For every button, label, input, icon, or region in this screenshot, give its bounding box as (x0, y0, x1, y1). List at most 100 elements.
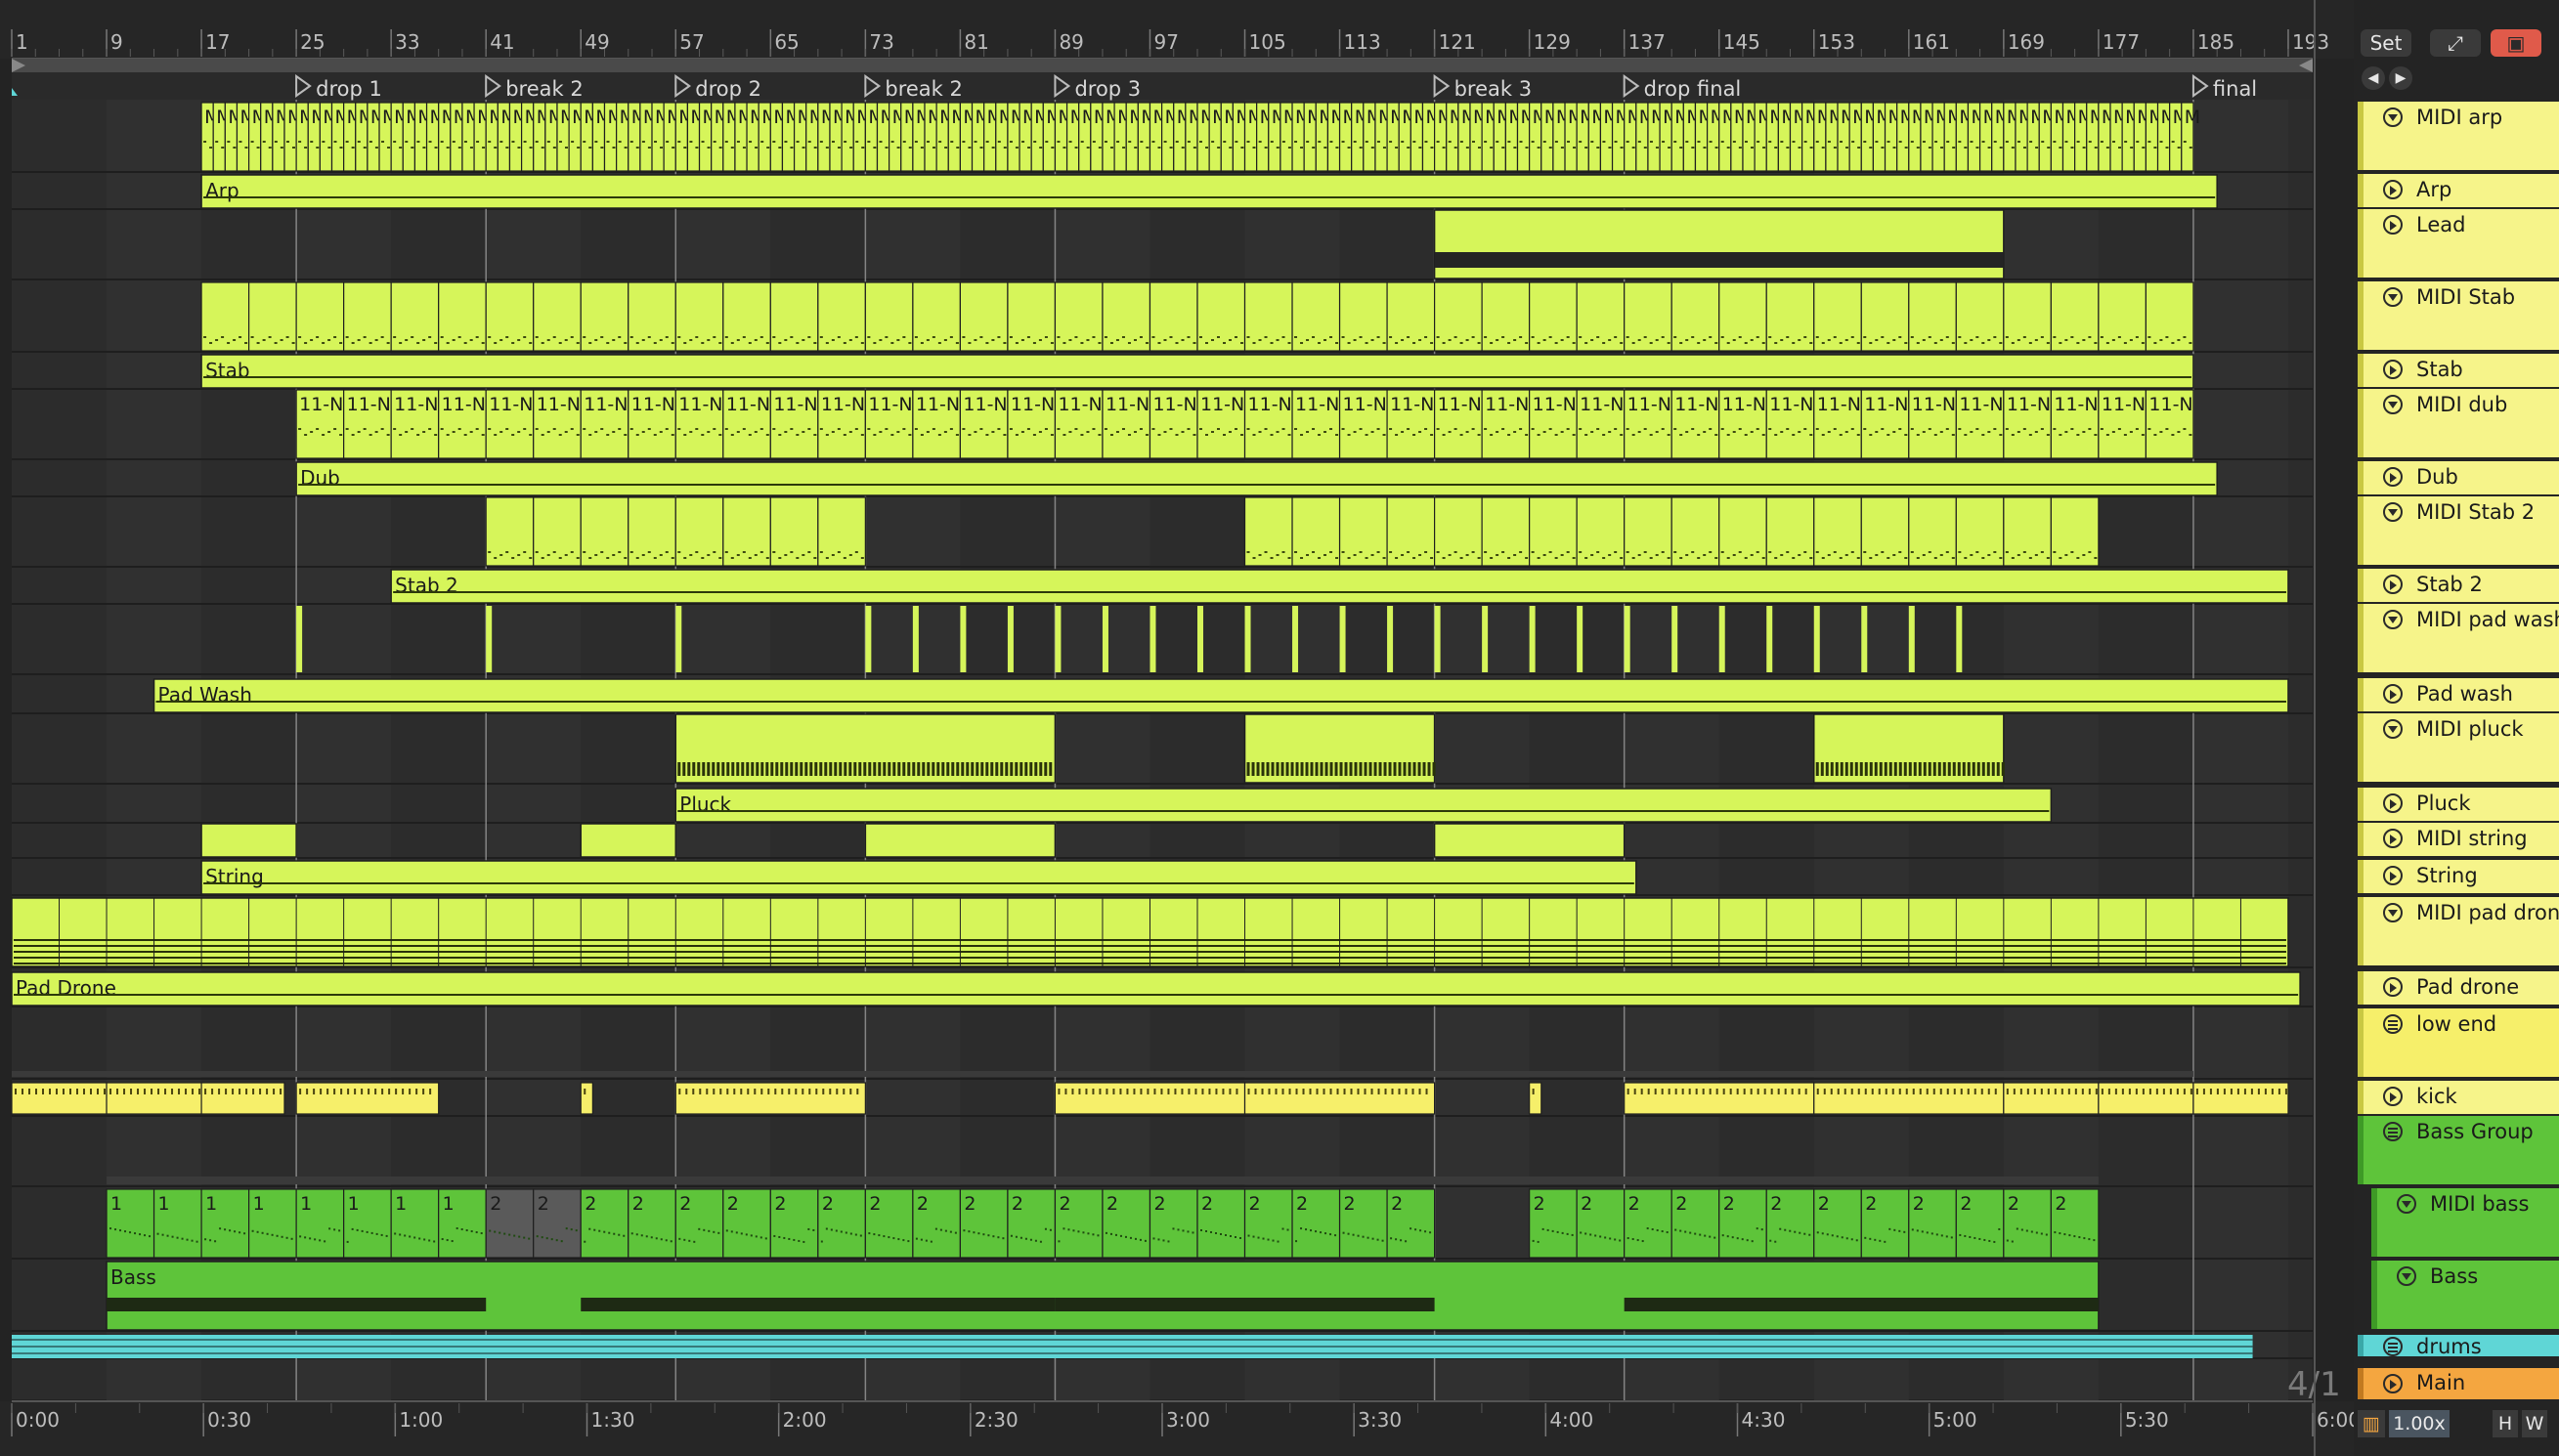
midi-string-clip[interactable] (1433, 823, 1626, 858)
pad-wash-hit[interactable] (912, 606, 919, 672)
midi-clip[interactable] (580, 281, 629, 352)
nav-forward-icon[interactable]: ▶ (2389, 66, 2412, 90)
w-button[interactable]: W (2522, 1410, 2547, 1437)
track-header-main[interactable]: Main (2358, 1368, 2559, 1399)
midi-bass-clip[interactable]: 2 (2003, 1188, 2052, 1259)
midi-clip[interactable] (1576, 496, 1626, 567)
midi-bass-clip[interactable]: 2 (2050, 1188, 2100, 1259)
midi-clip[interactable] (1813, 496, 1862, 567)
midi-bass-clip[interactable]: 2 (1338, 1188, 1388, 1259)
midi-clip[interactable] (1243, 496, 1293, 567)
kick-clip[interactable] (106, 1082, 202, 1115)
midi-clip[interactable] (1670, 496, 1720, 567)
midi-bass-clip[interactable]: 2 (817, 1188, 866, 1259)
track-header-stab[interactable]: Stab (2358, 354, 2559, 387)
midi-clip[interactable] (1813, 281, 1862, 352)
midi-clip[interactable] (485, 281, 535, 352)
midi-clip[interactable] (2098, 281, 2147, 352)
midi-bass-clip[interactable]: 2 (628, 1188, 676, 1259)
midi-clip[interactable] (1007, 281, 1057, 352)
midi-clip[interactable] (1149, 281, 1198, 352)
midi-pluck-clip[interactable] (1813, 713, 2005, 784)
midi-string-clip-body[interactable] (864, 823, 1057, 858)
kick-clip-body[interactable] (295, 1082, 440, 1115)
pad-wash-hit[interactable] (1813, 606, 1820, 672)
midi-clip[interactable] (1955, 496, 2005, 567)
dub-audio-clip-body[interactable] (295, 461, 2218, 496)
midi-bass-clip[interactable]: 1 (390, 1188, 440, 1259)
midi-bass-clip[interactable]: 2 (1386, 1188, 1436, 1259)
midi-clip[interactable] (769, 496, 819, 567)
midi-clip[interactable] (817, 496, 866, 567)
midi-bass-clip[interactable]: 2 (1813, 1188, 1862, 1259)
midi-bass-clip[interactable]: 2 (722, 1188, 771, 1259)
drums-group-summary[interactable] (12, 1335, 2253, 1358)
midi-clip[interactable] (2145, 281, 2194, 352)
midi-clip[interactable] (485, 496, 535, 567)
midi-bass-clip[interactable]: 2 (1291, 1188, 1341, 1259)
pad-wash-hit[interactable] (1007, 606, 1014, 672)
pad-wash-hit[interactable] (1766, 606, 1773, 672)
kick-clip[interactable] (2003, 1082, 2100, 1115)
midi-clip[interactable] (674, 281, 724, 352)
midi-clip[interactable] (1102, 281, 1151, 352)
midi-clip[interactable] (1481, 496, 1531, 567)
midi-pluck-clip[interactable] (1243, 713, 1436, 784)
midi-clip[interactable] (1291, 281, 1341, 352)
midi-clip[interactable] (674, 496, 724, 567)
track-header-stab-2[interactable]: Stab 2 (2358, 569, 2559, 602)
midi-string-clip[interactable] (580, 823, 677, 858)
midi-clip[interactable] (1908, 281, 1957, 352)
track-header-midi-stab[interactable]: MIDI Stab (2358, 281, 2559, 350)
bass-audio-clip[interactable]: Bass (106, 1261, 2100, 1331)
pad-wash-hit[interactable] (1908, 606, 1915, 672)
track-header-midi-stab-2[interactable]: MIDI Stab 2 (2358, 496, 2559, 565)
pad-wash-hit[interactable] (1339, 606, 1346, 672)
midi-string-clip[interactable] (864, 823, 1057, 858)
midi-bass-clip[interactable]: 2 (769, 1188, 819, 1259)
pluck-audio-clip[interactable]: Pluck (674, 788, 2053, 823)
pad-wash-hit[interactable] (1861, 606, 1868, 672)
expand-icon[interactable]: ⤢ (2430, 29, 2481, 57)
midi-clip[interactable] (1670, 281, 1720, 352)
midi-bass-clip[interactable]: 2 (580, 1188, 629, 1259)
kick-clip[interactable] (1529, 1082, 1542, 1115)
midi-bass-clip[interactable]: 2 (674, 1188, 724, 1259)
midi-clip[interactable] (1529, 496, 1578, 567)
midi-bass-clip[interactable]: 1 (248, 1188, 297, 1259)
lead-clip[interactable] (1433, 209, 2005, 279)
zoom-readout[interactable]: 1.00x (2389, 1410, 2450, 1437)
midi-bass-clip[interactable]: 2 (1054, 1188, 1104, 1259)
pad-wash-hit[interactable] (1102, 606, 1108, 672)
track-header-low-end[interactable]: low end (2358, 1008, 2559, 1077)
midi-clip[interactable] (1908, 496, 1957, 567)
midi-clip[interactable] (533, 496, 582, 567)
midi-stab2-clip-b[interactable] (1243, 496, 2100, 567)
midi-string-clip[interactable] (200, 823, 297, 858)
kick-clip[interactable] (11, 1082, 108, 1115)
pad-drone-audio-clip-body[interactable] (11, 971, 2301, 1006)
track-header-bass[interactable]: Bass (2371, 1261, 2559, 1329)
dub-audio-clip[interactable]: Dub (295, 461, 2218, 496)
midi-clip[interactable] (722, 496, 771, 567)
kick-clip[interactable] (2098, 1082, 2194, 1115)
kick-clip-body[interactable] (106, 1082, 202, 1115)
waveform-icon[interactable]: ▥ (2358, 1410, 2385, 1437)
midi-clip[interactable] (912, 281, 962, 352)
pad-wash-audio-clip[interactable]: Pad Wash (152, 678, 2289, 713)
midi-clip[interactable] (343, 281, 392, 352)
midi-clip[interactable] (1624, 281, 1672, 352)
kick-clip[interactable] (2192, 1082, 2289, 1115)
bass-audio-clip-body[interactable] (106, 1261, 2100, 1331)
stab-audio-clip-body[interactable] (200, 354, 2194, 389)
midi-pluck-clip[interactable] (674, 713, 1057, 784)
kick-clip-body[interactable] (580, 1082, 593, 1115)
midi-clip[interactable] (580, 496, 629, 567)
midi-clip[interactable] (1481, 281, 1531, 352)
arp-audio-clip-body[interactable] (200, 174, 2218, 209)
midi-bass-clip[interactable]: 2 (1576, 1188, 1626, 1259)
kick-clip-body[interactable] (11, 1082, 108, 1115)
kick-clip[interactable] (1813, 1082, 2005, 1115)
midi-clip[interactable] (1765, 281, 1815, 352)
midi-stab2-clip-a[interactable] (485, 496, 866, 567)
